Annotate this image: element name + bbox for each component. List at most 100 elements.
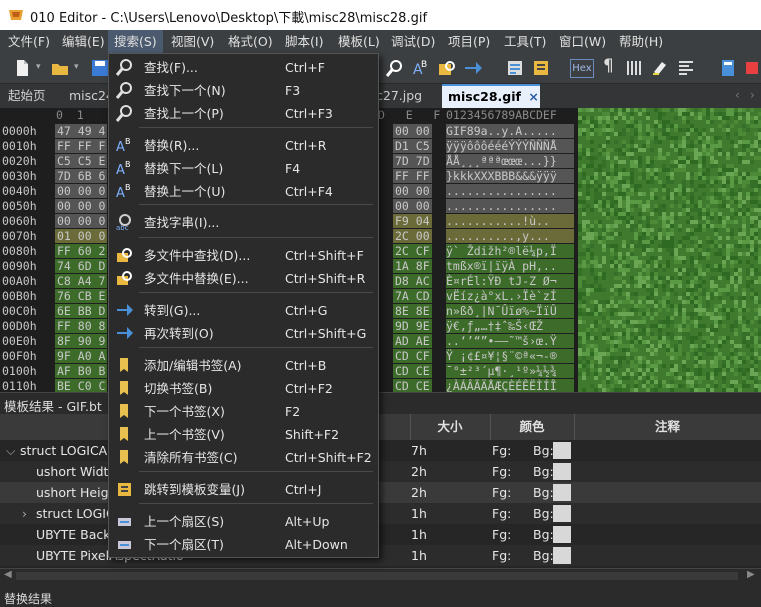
menu-edit[interactable]: 编辑(E) [56,30,111,53]
menu-item-find-prev[interactable]: 查找上一个(P) Ctrl+F3 [109,102,378,125]
menu-item-replace-prev[interactable]: A B 替换上一个(U) Ctrl+F4 [109,180,378,203]
bg-color-swatch[interactable] [553,484,571,501]
col-color[interactable]: 颜色 [490,414,575,440]
hex-bytes-left[interactable]: 01 00 0 [55,229,108,243]
paragraph-icon[interactable]: ¶ [603,56,614,76]
ascii-text[interactable]: GIF89a..y.A..... [446,124,574,138]
ascii-text[interactable]: ................ [446,199,574,213]
hex-bytes-right[interactable]: 7D 7D [393,154,432,168]
hex-bytes-left[interactable]: 9F A0 A [55,349,108,363]
menu-search[interactable]: 搜索(S) [108,30,163,53]
columns-icon[interactable] [624,58,644,78]
hex-bytes-left[interactable]: FF 80 8 [55,319,108,333]
horizontal-scrollbar[interactable]: ◀ ▶ [0,568,761,583]
ascii-text[interactable]: ÿÿÿôôôéééÝÝÝÑÑÑÅ [446,139,574,153]
find-toolbar-icon[interactable] [385,58,405,78]
hex-bytes-right[interactable]: D1 C5 [393,139,432,153]
hex-bytes-right[interactable]: AD AE [393,334,432,348]
bg-color-swatch[interactable] [553,442,571,459]
tab-scroll-left-icon[interactable]: ‹ [735,88,740,102]
hex-bytes-left[interactable]: AF B0 B [55,364,108,378]
replace-toolbar-icon[interactable]: AB [411,58,431,78]
ascii-text[interactable]: ÅÅ¸¸¸ªªªœœœ...}} [446,154,574,168]
menu-view[interactable]: 视图(V) [165,30,220,53]
ascii-text[interactable]: tmßx®ï|ïÿÀ pH,.. [446,259,574,273]
hex-bytes-right[interactable]: CD CE [393,364,432,378]
open-dropdown-chevron-icon[interactable]: ▾ [74,62,79,72]
ascii-text[interactable]: ..‘’“”•–—˜™š›œ.Ÿ [446,334,574,348]
hex-bytes-left[interactable]: 7D 6B 6 [55,169,108,183]
col-comment[interactable]: 注释 [574,414,761,440]
menu-script[interactable]: 脚本(I) [279,30,329,53]
menu-item-find-in-files[interactable]: 多文件中查找(D)... Ctrl+Shift+F [109,244,378,267]
menu-file[interactable]: 文件(F) [2,30,56,53]
tab-start-page[interactable]: 起始页 [2,84,52,108]
menu-window[interactable]: 窗口(W) [553,30,612,53]
menu-item-prev-sector[interactable]: 上一个扇区(S) Alt+Up [109,510,378,533]
ascii-text[interactable]: }kkkXXXBBB&&&ÿÿÿ [446,169,574,183]
hex-bytes-right[interactable]: 7A CD [393,289,432,303]
menu-item-next-bookmark[interactable]: 下一个书签(X) F2 [109,400,378,423]
bg-color-swatch[interactable] [553,463,571,480]
menu-item-find-strings[interactable]: abc 查找字串(I)... [109,211,378,234]
tab-scroll-right-icon[interactable]: › [750,88,755,102]
menu-item-prev-bookmark[interactable]: 上一个书签(V) Shift+F2 [109,423,378,446]
menu-template[interactable]: 模板(L) [332,30,386,53]
ascii-text[interactable]: ...........!ù.. [446,214,574,228]
hex-bytes-left[interactable]: 00 00 0 [55,214,108,228]
col-size[interactable]: 大小 [410,414,491,440]
highlight-icon[interactable] [650,58,670,78]
menu-project[interactable]: 项目(P) [442,30,496,53]
bg-color-swatch[interactable] [553,547,571,564]
calculator-icon[interactable] [718,58,738,78]
hex-bytes-left[interactable]: 00 00 0 [55,199,108,213]
bg-color-swatch[interactable] [553,505,571,522]
compare-toolbar-icon[interactable] [505,58,525,78]
ascii-text[interactable]: vËíz¿à°xL.›Ïè`zÍ [446,289,574,303]
menu-help[interactable]: 帮助(H) [613,30,669,53]
hex-bytes-right[interactable]: D8 AC [393,274,432,288]
tab-close-icon[interactable]: × [528,89,538,104]
ascii-text[interactable]: ................ [446,184,574,198]
bg-color-swatch[interactable] [553,526,571,543]
color-picker-icon[interactable] [744,58,761,78]
find-in-files-toolbar-icon[interactable] [437,58,457,78]
hex-bytes-left[interactable]: C5 C5 E [55,154,108,168]
hex-bytes-right[interactable]: 8E 8E [393,304,432,318]
hex-bytes-right[interactable]: CD CE [393,379,432,392]
scrollbar-track[interactable] [16,572,738,580]
ascii-text[interactable]: ÿ` Ždižh²®lë¼p,Ï [446,244,574,258]
menu-item-next-sector[interactable]: 下一个扇区(T) Alt+Down [109,533,378,556]
ascii-text[interactable]: n»ßð¸|N¯Ûïø%~ÏïÛ [446,304,574,318]
ascii-text[interactable]: È¤rÉl:ŸÐ tJ-Z Ø¬ [446,274,574,288]
expander-icon[interactable]: ⌵ [6,440,15,461]
menu-item-goto-again[interactable]: 再次转到(O) Ctrl+Shift+G [109,322,378,345]
scroll-left-arrow-icon[interactable]: ◀ [4,569,12,580]
expander-icon[interactable]: › [22,503,27,524]
hex-bytes-right[interactable]: 1A 8F [393,259,432,273]
hex-bytes-right[interactable]: 00 00 [393,199,432,213]
hex-bytes-left[interactable]: FF 60 2 [55,244,108,258]
menu-item-toggle-bookmark[interactable]: 切换书签(B) Ctrl+F2 [109,377,378,400]
hex-bytes-right[interactable]: 2C CF [393,244,432,258]
menu-item-replace[interactable]: A B 替换(R)... Ctrl+R [109,134,378,157]
menu-item-magnifier[interactable]: 查找(F)... Ctrl+F [109,56,378,79]
template-toolbar-icon[interactable] [531,58,551,78]
hex-bytes-right[interactable]: 00 00 [393,124,432,138]
menu-item-replace-next[interactable]: A B 替换下一个(L) F4 [109,157,378,180]
hex-bytes-left[interactable]: C8 A4 7 [55,274,108,288]
hex-bytes-right[interactable]: 00 00 [393,184,432,198]
ascii-text[interactable]: Ÿ ¡¢£¤¥¦§¨©ª«¬-® [446,349,574,363]
hex-bytes-left[interactable]: FF FF F [55,139,108,153]
menu-item-bookmark[interactable]: 添加/编辑书签(A) Ctrl+B [109,354,378,377]
hex-bytes-left[interactable]: 76 CB E [55,289,108,303]
hex-bytes-left[interactable]: 6E BB D [55,304,108,318]
format-icon[interactable] [676,58,696,78]
hex-mode-toggle[interactable]: Hex [570,59,594,78]
menu-tools[interactable]: 工具(T) [498,30,552,53]
tab-misc28-gif[interactable]: misc28.gif × [442,84,540,108]
open-folder-icon[interactable] [50,58,70,78]
menu-format[interactable]: 格式(O) [222,30,279,53]
new-file-icon[interactable] [12,58,32,78]
ascii-text[interactable]: ¯°±²³´µ¶·¸¹º»¼½¾ [446,364,574,378]
